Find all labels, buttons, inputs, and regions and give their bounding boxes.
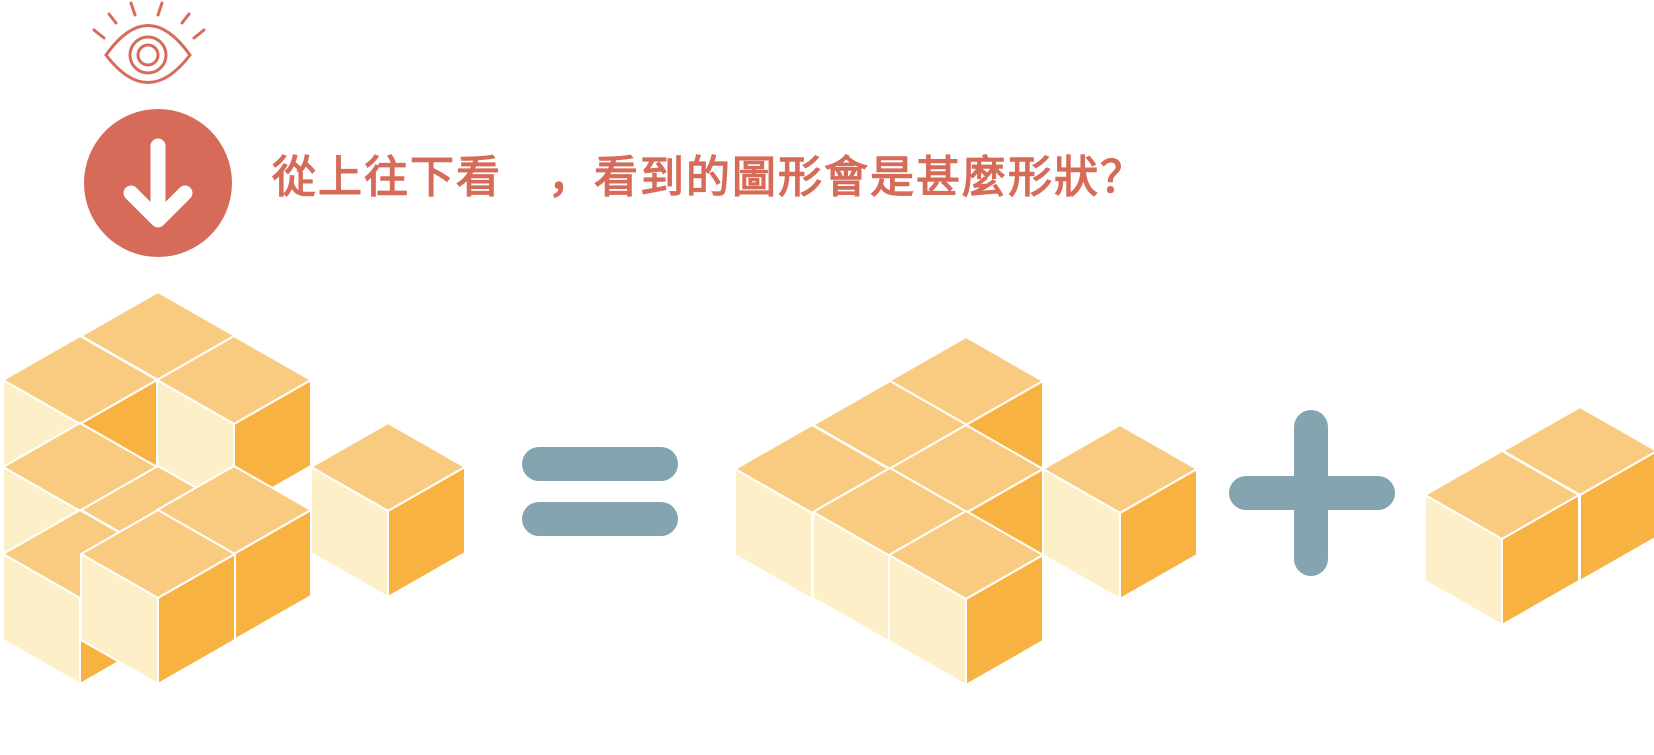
question-text: 從上往下看 ，看到的圖形會是甚麼形狀？ <box>272 152 1146 203</box>
cube-structure-part-two <box>1424 406 1654 626</box>
cube <box>1042 424 1198 600</box>
cube <box>310 422 466 598</box>
eye-icon <box>92 1 206 84</box>
arrow-down-circle-icon <box>84 109 232 257</box>
diagram-canvas: 從上往下看 ，看到的圖形會是甚麼形狀？ <box>0 0 1654 713</box>
plus-icon <box>1229 410 1395 576</box>
equals-icon <box>522 447 678 536</box>
cube-structure-full <box>2 291 466 685</box>
cube-structure-part-one <box>734 336 1198 686</box>
